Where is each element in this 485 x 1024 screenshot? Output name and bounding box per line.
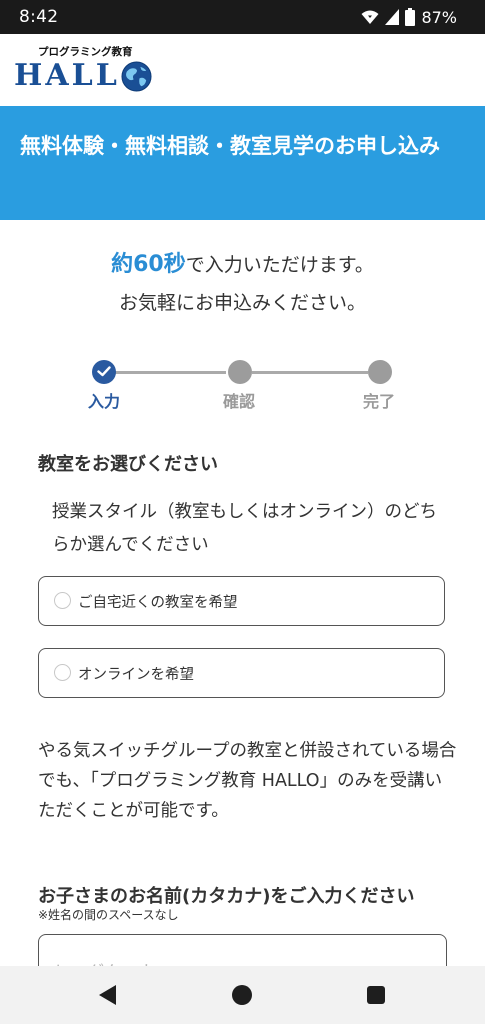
option-label: ご自宅近くの教室を希望 bbox=[78, 595, 238, 611]
recents-icon[interactable] bbox=[367, 986, 385, 1004]
step-connector bbox=[252, 371, 368, 374]
step-3-dot bbox=[368, 360, 392, 384]
status-icons: 87% bbox=[361, 6, 457, 28]
back-icon[interactable] bbox=[98, 984, 118, 1006]
intro-text: 約60秒で入力いただけます。 お気軽にお申込みください。 bbox=[0, 246, 485, 322]
battery-percent: 87% bbox=[421, 7, 457, 27]
child-name-title: お子さまのお名前(カタカナ)をご入力ください bbox=[38, 886, 415, 907]
step-connector bbox=[114, 371, 226, 374]
logo-tagline: プログラミング教育 bbox=[38, 46, 133, 58]
option-home-classroom[interactable]: ご自宅近くの教室を希望 bbox=[38, 576, 445, 626]
step-2-dot bbox=[228, 360, 252, 384]
step-1-dot bbox=[92, 360, 116, 384]
step-1-label: 入力 bbox=[88, 392, 121, 411]
classroom-section-description: 授業スタイル（教室もしくはオンライン）のどちらか選んでください bbox=[52, 502, 437, 555]
status-bar: 8:42 87% bbox=[0, 0, 485, 34]
intro-duration: 約60秒 bbox=[111, 252, 186, 277]
wifi-icon bbox=[361, 10, 379, 24]
globe-icon bbox=[121, 61, 152, 92]
signal-icon bbox=[385, 9, 400, 25]
system-nav-bar bbox=[0, 966, 485, 1024]
progress-steps: 入力 確認 完了 bbox=[0, 356, 485, 416]
check-icon bbox=[97, 366, 111, 377]
notice-text: やる気スイッチグループの教室と併設されている場合でも、「プログラミング教育 HA… bbox=[38, 741, 457, 821]
page-title: 無料体験・無料相談・教室見学のお申し込み bbox=[20, 134, 440, 158]
page-banner: 無料体験・無料相談・教室見学のお申し込み bbox=[0, 106, 485, 220]
step-3-label: 完了 bbox=[363, 392, 396, 411]
radio-icon[interactable] bbox=[54, 664, 71, 681]
home-icon[interactable] bbox=[232, 985, 252, 1005]
child-name-note: ※姓名の間のスペースなし bbox=[38, 908, 179, 922]
step-2-label: 確認 bbox=[223, 392, 256, 411]
intro-line-1: 約60秒で入力いただけます。 bbox=[0, 246, 485, 284]
classroom-section-title: 教室をお選びください bbox=[38, 454, 218, 475]
status-time: 8:42 bbox=[19, 7, 59, 27]
option-label: オンラインを希望 bbox=[78, 667, 194, 683]
battery-icon bbox=[405, 8, 416, 26]
logo-wordmark: HALL bbox=[14, 58, 120, 93]
site-header: プログラミング教育 HALL bbox=[0, 34, 485, 106]
hallo-logo[interactable]: プログラミング教育 HALL bbox=[14, 42, 154, 100]
option-online[interactable]: オンラインを希望 bbox=[38, 648, 445, 698]
intro-line-2: お気軽にお申込みください。 bbox=[118, 292, 366, 314]
intro-line-1-rest: で入力いただけます。 bbox=[185, 254, 374, 276]
radio-icon[interactable] bbox=[54, 592, 71, 609]
